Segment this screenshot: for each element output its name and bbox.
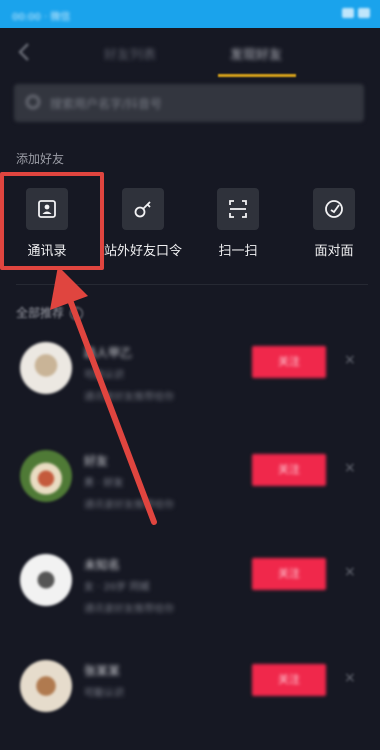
user-subtitle: 男 · 好友 [84, 478, 124, 489]
close-x-icon[interactable]: × [344, 564, 356, 580]
face-to-face-icon [313, 188, 355, 230]
scan-icon [217, 188, 259, 230]
active-tab-indicator [218, 74, 296, 77]
recommend-user-row[interactable]: 好友 男 · 好友 通讯录好友推荐给你 关注 × [0, 450, 380, 560]
close-x-icon[interactable]: × [344, 670, 356, 686]
follow-button[interactable]: 关注 [252, 346, 326, 378]
top-nav: 好友列表 发现好友 [0, 28, 380, 77]
user-avatar[interactable] [20, 450, 72, 502]
follow-button[interactable]: 关注 [252, 454, 326, 486]
face-to-face-button[interactable]: 面对面 [289, 188, 379, 259]
add-friends-title: 添加好友 [16, 152, 65, 166]
close-x-icon[interactable]: × [344, 352, 356, 368]
user-avatar[interactable] [20, 342, 72, 394]
recommend-user-row[interactable]: 路人甲乙 可能认识 通讯录好友推荐给你 关注 × [0, 342, 380, 452]
status-bar-text: 00:00 · 微信 [12, 12, 71, 23]
user-recommend-reason: 通讯录好友推荐给你 [84, 604, 174, 615]
user-name: 张某某 [84, 664, 121, 678]
offsite-invite-label: 站外好友口令 [103, 244, 182, 259]
search-placeholder: 搜索用户名字/抖音号 [50, 97, 163, 111]
back-chevron-icon[interactable] [14, 40, 36, 64]
recommend-user-row[interactable]: 未知名 女 · 20岁 同城 通讯录好友推荐给你 关注 × [0, 554, 380, 664]
user-subtitle: 可能认识 [84, 688, 124, 699]
face-to-face-label: 面对面 [314, 244, 354, 259]
close-x-icon[interactable]: × [344, 460, 356, 476]
offsite-invite-button[interactable]: 站外好友口令 [98, 188, 188, 259]
section-divider [16, 284, 368, 285]
search-icon [26, 95, 40, 109]
follow-button[interactable]: 关注 [252, 664, 326, 696]
key-icon [122, 188, 164, 230]
user-name: 好友 [84, 454, 109, 468]
user-recommend-reason: 通讯录好友推荐给你 [84, 500, 174, 511]
user-subtitle: 可能认识 [84, 370, 124, 381]
scan-button[interactable]: 扫一扫 [193, 188, 283, 259]
search-input[interactable]: 搜索用户名字/抖音号 [14, 84, 364, 122]
status-bar-indicators [342, 8, 370, 18]
contacts-highlight-annotation [0, 172, 104, 270]
info-icon[interactable]: i [69, 307, 83, 320]
tab-friend-list[interactable]: 好友列表 [104, 44, 156, 63]
recommend-title-text: 全部推荐 [16, 306, 65, 320]
scan-label: 扫一扫 [218, 244, 258, 259]
user-avatar[interactable] [20, 660, 72, 712]
recommend-title: 全部推荐 i [16, 304, 83, 321]
user-avatar[interactable] [20, 554, 72, 606]
user-name: 路人甲乙 [84, 346, 133, 360]
status-bar: 00:00 · 微信 [0, 0, 380, 28]
user-subtitle: 女 · 20岁 同城 [84, 582, 150, 593]
recommend-user-row[interactable]: 张某某 可能认识 关注 × [0, 660, 380, 750]
tab-discover-friends[interactable]: 发现好友 [230, 44, 282, 63]
user-recommend-reason: 通讯录好友推荐给你 [84, 392, 174, 403]
user-name: 未知名 [84, 558, 121, 572]
follow-button[interactable]: 关注 [252, 558, 326, 590]
